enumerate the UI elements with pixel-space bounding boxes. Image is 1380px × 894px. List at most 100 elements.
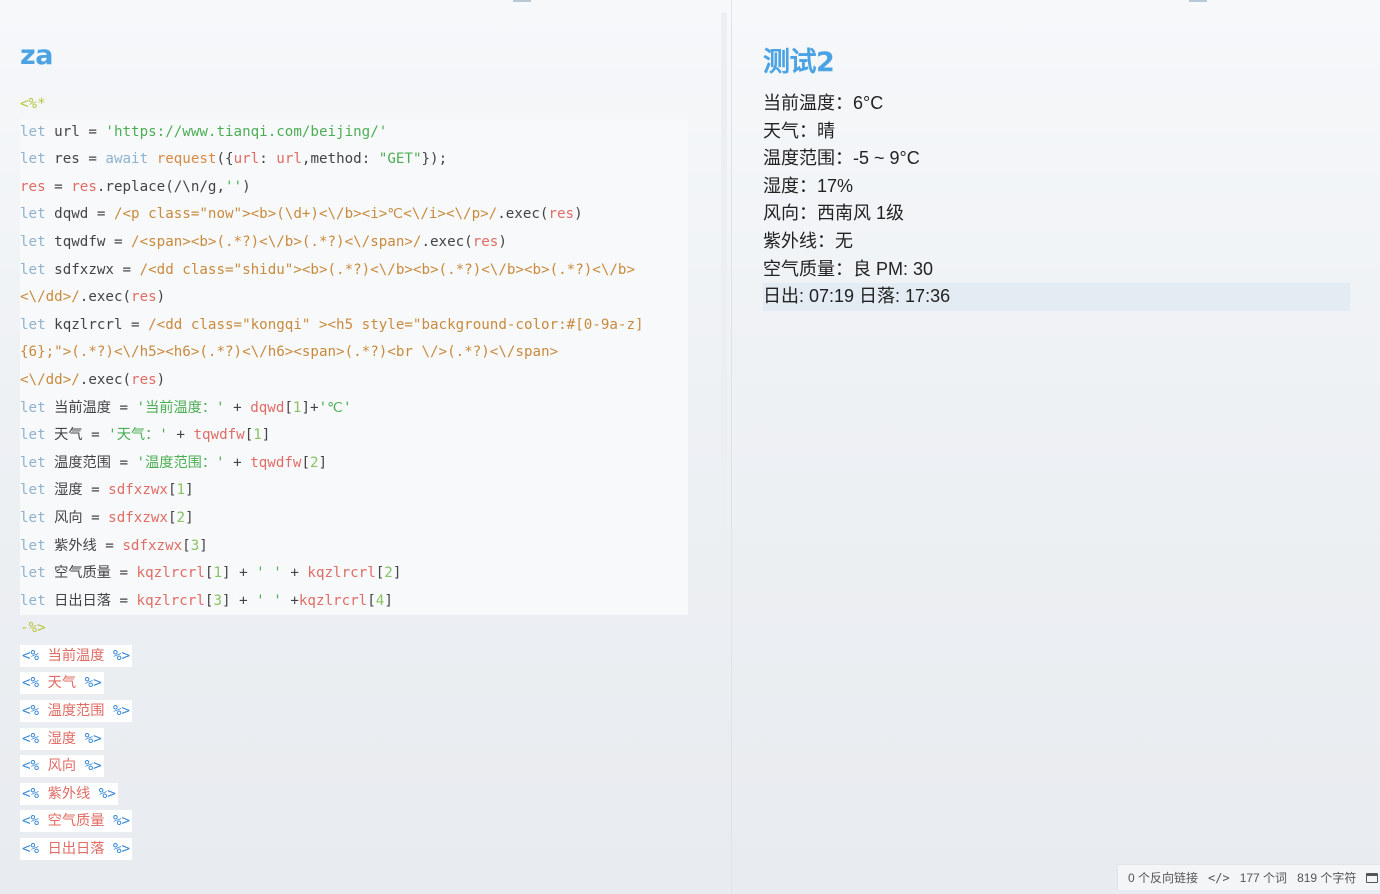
code-token: tqwdfw bbox=[193, 427, 245, 444]
code-token: ] + bbox=[221, 592, 257, 609]
code-token: res bbox=[472, 233, 499, 250]
code-token: let bbox=[20, 565, 46, 582]
code-token: let bbox=[20, 261, 46, 278]
code-token: /<span><b>(.*?)<\/b>(.*?)<\/span>/ bbox=[131, 233, 422, 250]
code-token: url = bbox=[45, 123, 106, 140]
code-token: let bbox=[20, 454, 46, 471]
word-count: 177 个词 bbox=[1239, 871, 1288, 885]
code-token: '温度范围：' bbox=[136, 454, 225, 471]
code-token: res = bbox=[45, 151, 106, 168]
code-token: kqzlrcrl bbox=[298, 592, 368, 609]
code-token: sdfxzwx bbox=[108, 482, 168, 499]
code-token: let bbox=[20, 509, 46, 526]
code-token: [ bbox=[167, 509, 177, 526]
code-line[interactable]: let 温度范围 = '温度范围：' + tqwdfw[2] bbox=[20, 449, 688, 478]
code-line[interactable]: let res = await request({url: url,method… bbox=[20, 146, 688, 174]
code-line[interactable]: let url = 'https://www.tianqi.com/beijin… bbox=[20, 118, 688, 147]
code-editor[interactable]: <%* let url = 'https://www.tianqi.com/be… bbox=[20, 91, 720, 864]
code-line[interactable]: let 当前温度 = '当前温度：' + dqwd[1]+'℃' bbox=[20, 394, 688, 423]
template-close-delim: %> bbox=[112, 703, 131, 720]
code-token: 当前温度 = bbox=[45, 399, 137, 416]
code-token: ] bbox=[384, 592, 393, 609]
code-token: <\/dd>/ bbox=[20, 289, 80, 306]
code-token: let bbox=[20, 316, 46, 333]
template-line[interactable]: <% 紫外线 %> bbox=[20, 781, 720, 809]
code-line[interactable]: <\/dd>/.exec(res) bbox=[20, 366, 688, 395]
code-line[interactable]: let sdfxzwx = /<dd class="shidu"><b>(.*?… bbox=[20, 256, 688, 285]
code-line[interactable]: let tqwdfw = /<span><b>(.*?)<\/b>(.*?)<\… bbox=[20, 228, 688, 257]
code-line[interactable]: let 日出日落 = kqzlrcrl[3] + ' ' +kqzlrcrl[4… bbox=[20, 587, 688, 616]
template-open-delim: <% bbox=[22, 813, 40, 830]
code-line[interactable]: let 紫外线 = sdfxzwx[3] bbox=[20, 532, 688, 561]
code-token: request bbox=[156, 151, 217, 168]
code-token: res bbox=[20, 178, 46, 195]
code-line[interactable]: res = res.replace(/\n/g,'') bbox=[20, 173, 688, 202]
code-token: 2 bbox=[176, 509, 186, 526]
code-line[interactable]: let kqzlrcrl = /<dd class="kongqi" ><h5 … bbox=[20, 311, 688, 340]
code-token: res bbox=[71, 178, 97, 195]
editor-pane[interactable]: za <%* let url = 'https://www.tianqi.com… bbox=[0, 0, 731, 894]
template-tag: <% 空气质量 %> bbox=[20, 810, 133, 833]
code-token: 温度范围 = bbox=[45, 454, 137, 471]
scrollbar[interactable] bbox=[721, 12, 727, 587]
code-line[interactable]: <\/dd>/.exec(res) bbox=[20, 284, 688, 312]
sync-status-icon[interactable] bbox=[1366, 872, 1379, 883]
code-line[interactable]: let 天气 = '天气：' + tqwdfw[1] bbox=[20, 422, 688, 450]
code-open-tag[interactable]: <%* bbox=[20, 91, 720, 119]
code-token: ] bbox=[392, 565, 402, 582]
code-token: .exec( bbox=[79, 289, 132, 306]
template-line[interactable]: <% 天气 %> bbox=[20, 670, 720, 698]
template-tag: <% 温度范围 %> bbox=[20, 700, 133, 723]
preview-title: 测试2 bbox=[763, 47, 835, 78]
status-bar: 0 个反向链接 </> 177 个词 819 个字符 bbox=[1117, 864, 1380, 890]
template-list[interactable]: <% 当前温度 %> <% 天气 %> <% 温度范围 %> <% 湿度 %> <% 风… bbox=[20, 643, 720, 864]
code-token: }); bbox=[421, 151, 448, 168]
code-token: 天气 = bbox=[45, 427, 109, 444]
template-variable: 天气 bbox=[47, 675, 77, 692]
preview-line: 日出: 07:19 日落: 17:36 bbox=[763, 283, 1350, 311]
code-token: dqwd bbox=[250, 399, 285, 416]
code-token: [ bbox=[375, 565, 385, 582]
code-block[interactable]: let url = 'https://www.tianqi.com/beijin… bbox=[20, 118, 720, 616]
template-line[interactable]: <% 日出日落 %> bbox=[20, 836, 720, 864]
template-line[interactable]: <% 风向 %> bbox=[20, 753, 720, 781]
code-line[interactable]: let 空气质量 = kqzlrcrl[1] + ' ' + kqzlrcrl[… bbox=[20, 560, 688, 588]
code-token: ' ' bbox=[256, 565, 282, 582]
template-line[interactable]: <% 空气质量 %> bbox=[20, 808, 720, 836]
template-variable: 紫外线 bbox=[47, 785, 91, 802]
code-token: kqzlrcrl = bbox=[45, 316, 149, 333]
code-token: 1 bbox=[176, 482, 186, 499]
backlinks-count[interactable]: 0 个反向链接 bbox=[1128, 869, 1198, 886]
template-variable: 温度范围 bbox=[47, 703, 105, 720]
code-token: ] bbox=[185, 482, 194, 499]
code-token: '当前温度：' bbox=[136, 399, 225, 416]
code-token: ) bbox=[242, 178, 251, 195]
code-token: ] bbox=[185, 509, 194, 526]
code-close-tag[interactable]: -%> bbox=[20, 615, 720, 643]
code-token: sdfxzwx = bbox=[45, 261, 140, 278]
code-line[interactable]: let dqwd = /<p class="now"><b>(\d+)<\/b>… bbox=[20, 201, 688, 229]
code-token: "GET" bbox=[378, 151, 422, 168]
code-token: .exec( bbox=[79, 371, 132, 388]
code-line[interactable]: let 湿度 = sdfxzwx[1] bbox=[20, 477, 688, 505]
code-token: tqwdfw bbox=[250, 454, 302, 471]
code-token: ) bbox=[156, 371, 166, 388]
code-token: [ bbox=[301, 454, 310, 471]
code-line[interactable]: {6};">(.*?)<\/h5><h6>(.*?)<\/h6><span>(.… bbox=[20, 339, 688, 367]
code-token: let bbox=[20, 537, 46, 554]
template-variable: 风向 bbox=[47, 758, 77, 775]
template-line[interactable]: <% 温度范围 %> bbox=[20, 698, 720, 726]
code-token: [ bbox=[182, 537, 191, 554]
template-open-delim: <% bbox=[22, 841, 40, 858]
code-token: url bbox=[276, 151, 302, 168]
code-token: + bbox=[281, 592, 299, 609]
code-token: ] + bbox=[221, 565, 257, 582]
code-token: ] bbox=[261, 427, 271, 444]
template-open-delim: <% bbox=[22, 785, 40, 802]
code-line[interactable]: let 风向 = sdfxzwx[2] bbox=[20, 504, 688, 533]
code-view-icon[interactable]: </> bbox=[1208, 871, 1230, 885]
note-title[interactable]: za bbox=[20, 40, 53, 71]
template-line[interactable]: <% 当前温度 %> bbox=[20, 643, 720, 671]
template-line[interactable]: <% 湿度 %> bbox=[20, 726, 720, 754]
